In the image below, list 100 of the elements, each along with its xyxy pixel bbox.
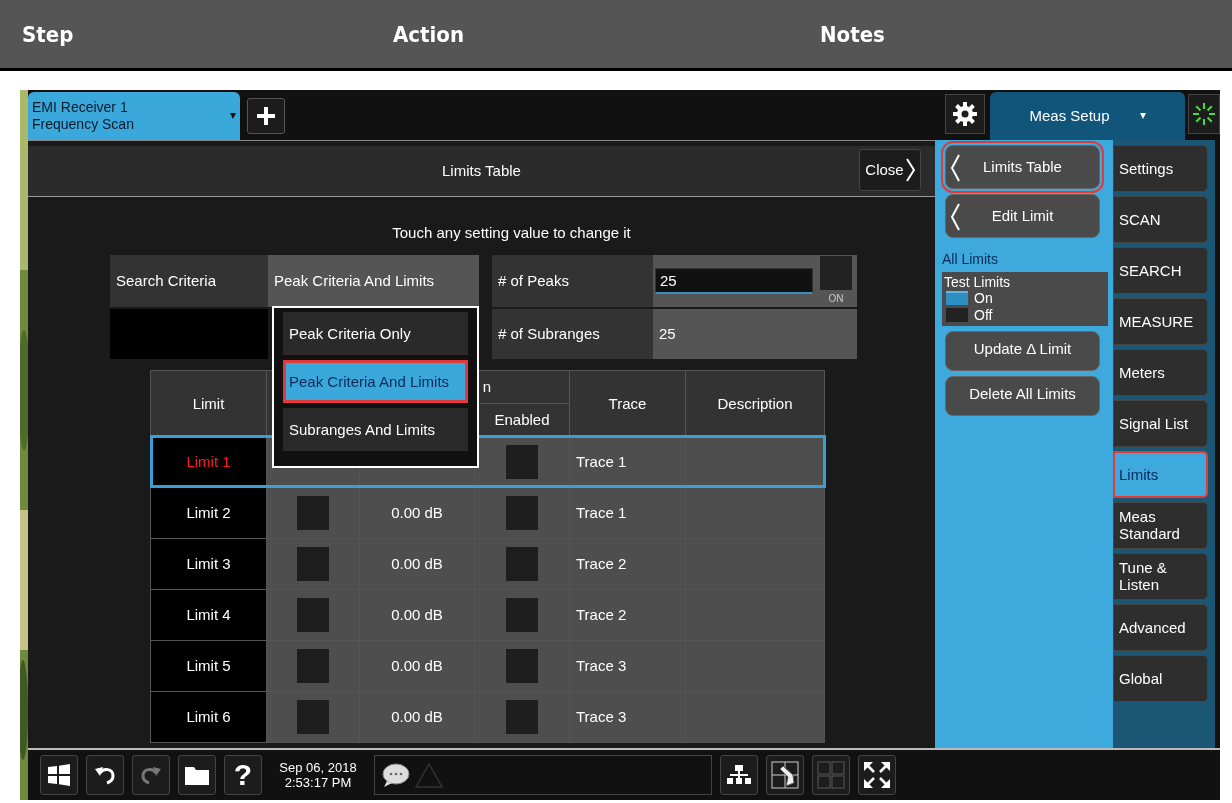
layout-button[interactable]	[812, 755, 850, 796]
grid-icon	[817, 761, 845, 790]
table-cell: Trace 2	[569, 589, 686, 641]
setting-label: Search Criteria	[110, 254, 268, 307]
checkbox[interactable]	[506, 495, 538, 530]
table-cell: 0.00 dB	[359, 589, 475, 641]
column-header: Notes	[820, 21, 885, 47]
menu-tab[interactable]: MEASURE	[1113, 297, 1208, 345]
menu-tab[interactable]: SEARCH	[1113, 246, 1208, 294]
table-cell: 0.00 dB	[359, 691, 475, 743]
network-button[interactable]	[720, 755, 758, 796]
menu-tab[interactable]: Advanced	[1113, 603, 1208, 651]
table-cell: Limit 2	[150, 487, 267, 539]
add-button[interactable]	[247, 97, 285, 134]
table-cell: Trace 1	[569, 436, 686, 488]
folder-icon	[184, 764, 210, 787]
group-label: All Limits	[942, 250, 999, 267]
column-header: Limit	[150, 370, 267, 437]
setting-value[interactable]: 25	[653, 308, 857, 359]
chevron-icon	[950, 153, 960, 182]
network-icon	[726, 764, 752, 787]
table-cell: Trace 1	[569, 487, 686, 539]
help-button[interactable]: ?	[224, 755, 262, 796]
checkbox[interactable]	[297, 546, 329, 581]
table-cell: Limit 5	[150, 640, 267, 692]
column-header: Description	[685, 370, 825, 437]
column-header: Action	[393, 21, 465, 47]
table-cell: 0.00 dB	[359, 487, 475, 539]
dialog-title: Limits Table	[442, 162, 521, 180]
table-row[interactable]: Limit 2 0.00 dB Trace 1	[150, 487, 825, 539]
checkbox[interactable]	[506, 648, 538, 683]
date-time: Sep 06, 2018 2:53:17 PM	[278, 760, 358, 791]
checkbox[interactable]	[297, 699, 329, 734]
redo-button[interactable]	[132, 755, 170, 796]
checkbox[interactable]	[506, 699, 538, 734]
chat-bubble-icon	[381, 762, 411, 789]
settings-icon	[952, 100, 978, 127]
start-button[interactable]	[40, 755, 78, 796]
table-cell: 0.00 dB	[359, 538, 475, 590]
dropdown-option[interactable]: Peak Criteria Only	[283, 311, 468, 355]
setting-value[interactable]: Peak Criteria And Limits	[268, 254, 479, 307]
table-row[interactable]: Limit 6 0.00 dB Trace 3	[150, 691, 825, 743]
chevron-icon	[905, 157, 915, 182]
table-cell: Limit 6	[150, 691, 267, 743]
radio-label: Test Limits	[944, 273, 1012, 290]
folder-button[interactable]	[178, 755, 216, 796]
hand-icon	[771, 761, 799, 790]
plus-icon	[255, 104, 277, 127]
radio-option[interactable]: Off	[974, 306, 993, 324]
table-row[interactable]: Limit 5 0.00 dB Trace 3	[150, 640, 825, 692]
checkbox[interactable]	[506, 546, 538, 581]
table-cell: 0.00 dB	[359, 640, 475, 692]
checkbox[interactable]	[506, 597, 538, 632]
setting-label: # of Subranges	[492, 308, 653, 359]
dropdown-option[interactable]: Peak Criteria And Limits	[283, 359, 468, 403]
column-header: Trace	[569, 370, 686, 437]
menu-tab[interactable]: Limits	[1113, 450, 1208, 498]
softkey-button[interactable]: Update Δ Limit	[945, 330, 1100, 371]
input-field[interactable]: 25	[655, 267, 813, 294]
checkbox[interactable]	[297, 495, 329, 530]
chevron-icon	[950, 202, 960, 231]
menu-tab[interactable]: SCAN	[1113, 195, 1208, 243]
undo-button[interactable]	[86, 755, 124, 796]
setting-label: # of Peaks	[492, 254, 653, 307]
table-cell: Limit 4	[150, 589, 267, 641]
menu-tab[interactable]: Tune & Listen	[1113, 552, 1208, 600]
menu-tab[interactable]: Meas Standard	[1113, 501, 1208, 549]
caret-icon	[230, 112, 236, 119]
caret-icon	[1139, 112, 1146, 119]
menu-tab[interactable]: Meters	[1113, 348, 1208, 396]
warning-icon	[415, 762, 443, 789]
table-row[interactable]: Limit 3 0.00 dB Trace 2	[150, 538, 825, 590]
table-row[interactable]: Limit 4 0.00 dB Trace 2	[150, 589, 825, 641]
menu-tab[interactable]: Settings	[1113, 144, 1208, 192]
settings-button[interactable]	[945, 93, 985, 134]
radio-group[interactable]: Test Limits On Off	[942, 271, 1108, 326]
radio-option[interactable]: On	[974, 289, 993, 307]
touch-button[interactable]	[766, 755, 804, 796]
menu-tab[interactable]: Signal List	[1113, 399, 1208, 447]
checkbox[interactable]	[506, 444, 538, 479]
column-header: Step	[22, 21, 75, 47]
close-button[interactable]: Close	[859, 148, 921, 191]
table-cell: Trace 3	[569, 691, 686, 743]
expand-icon	[863, 761, 891, 790]
table-cell: Trace 2	[569, 538, 686, 590]
fullscreen-button[interactable]	[858, 755, 896, 796]
table-cell: Limit 3	[150, 538, 267, 590]
softkey-button[interactable]: Delete All Limits	[945, 375, 1100, 416]
radio-swatch[interactable]	[946, 291, 968, 306]
table-cell: Trace 3	[569, 640, 686, 692]
menu-tab[interactable]: Meas Setup	[990, 91, 1185, 140]
checkbox[interactable]	[297, 648, 329, 683]
instruction-text: Touch any setting value to change it	[391, 223, 632, 242]
measurement-tab[interactable]: EMI Receiver 1 Frequency Scan	[28, 91, 240, 140]
busy-indicator-icon	[1192, 101, 1216, 126]
checkbox[interactable]	[297, 597, 329, 632]
dropdown-option[interactable]: Subranges And Limits	[283, 407, 468, 451]
radio-swatch[interactable]	[946, 308, 968, 323]
softkey-button[interactable]: Edit Limit	[945, 193, 1100, 238]
menu-tab[interactable]: Global	[1113, 654, 1208, 702]
